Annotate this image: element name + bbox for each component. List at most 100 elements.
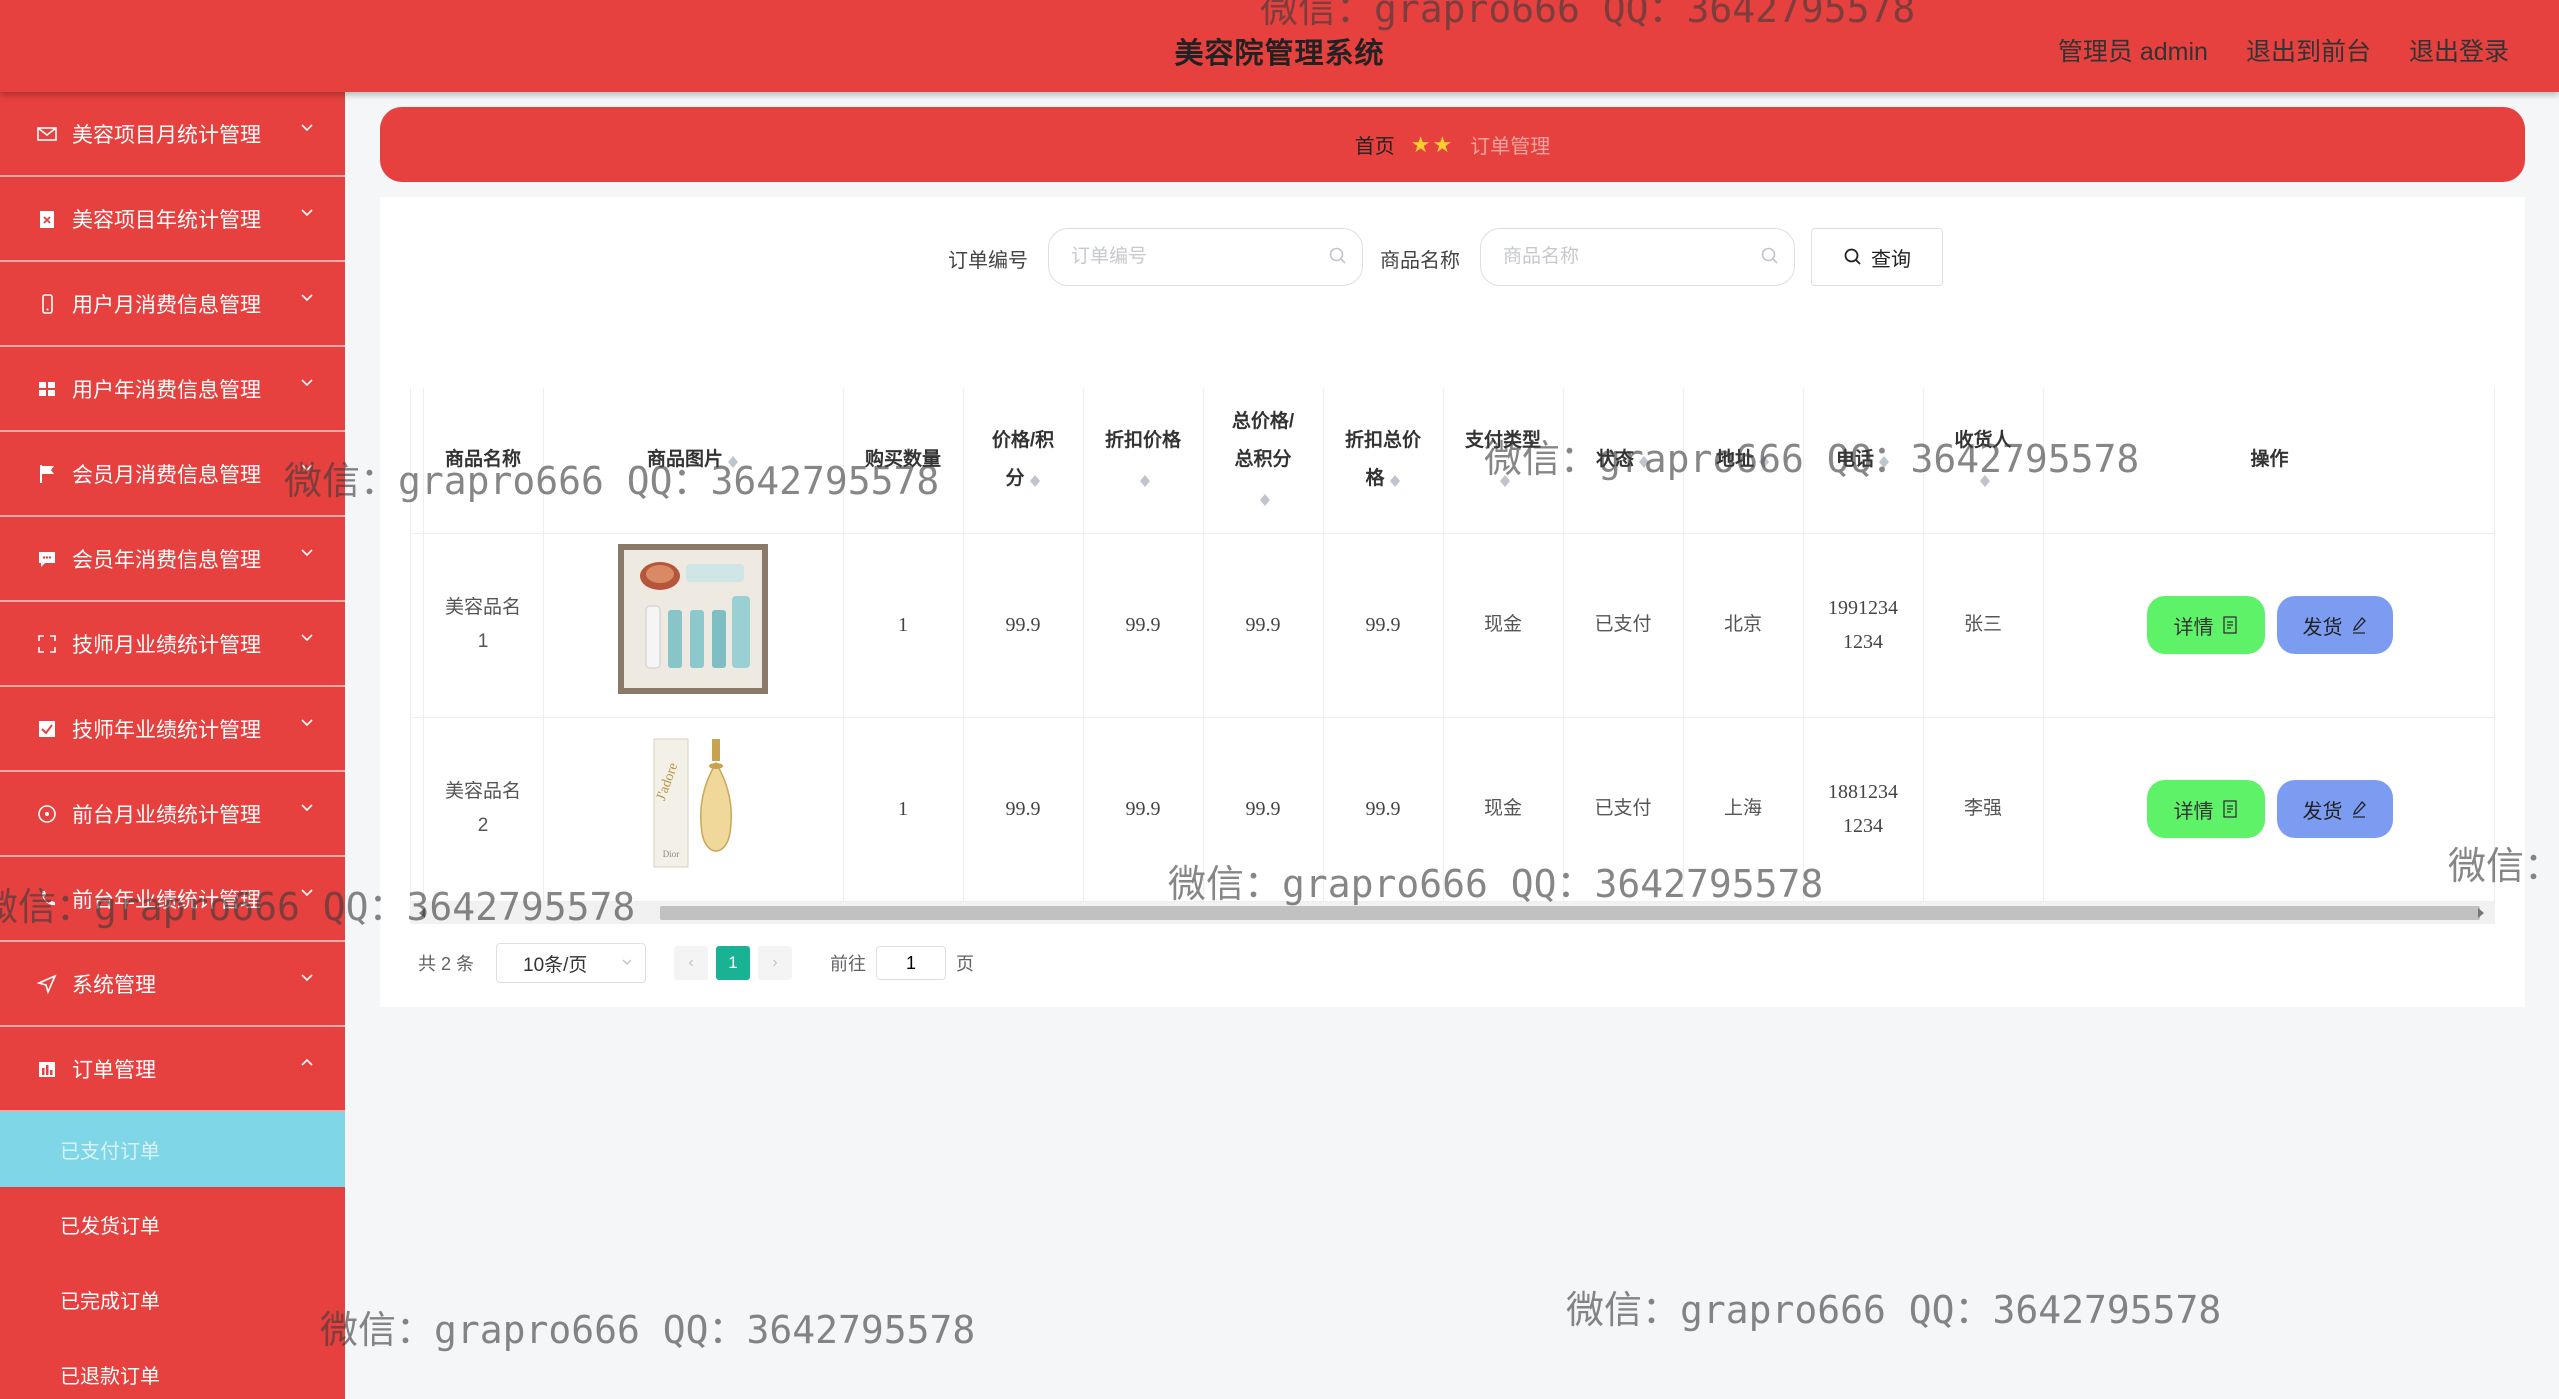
sidebar-item-project-month[interactable]: 美容项目月统计管理: [0, 92, 345, 177]
cell-quantity: 1: [843, 717, 964, 902]
cell-quantity: 1: [843, 533, 964, 718]
cell-product-image: [543, 533, 844, 718]
detail-button[interactable]: 详情: [2146, 596, 2265, 654]
header-label: 收货人: [1954, 430, 2012, 452]
horizontal-scrollbar[interactable]: [410, 902, 2495, 924]
query-button[interactable]: 查询: [1811, 228, 1943, 286]
row-gutter: [411, 533, 424, 718]
chevron-down-icon: [301, 464, 313, 472]
submenu-paid-orders[interactable]: 已支付订单: [0, 1112, 345, 1187]
logout-link[interactable]: 退出登录: [2409, 32, 2509, 68]
cell-product-image: J'adore Dior: [543, 717, 844, 902]
ship-button[interactable]: 发货: [2276, 596, 2393, 654]
header-receiver[interactable]: 收货人: [1923, 388, 2044, 534]
sidebar: 美容项目月统计管理 美容项目年统计管理 用户月消费信息管理 用户年消费信息管理 …: [0, 92, 345, 1399]
sort-icon[interactable]: [1389, 469, 1401, 489]
header-total-price[interactable]: 总价格/总积分: [1203, 388, 1324, 534]
sort-icon[interactable]: [1758, 450, 1770, 470]
skincare-set-image[interactable]: [618, 544, 768, 694]
sidebar-item-label: 美容项目年统计管理: [72, 208, 261, 232]
cell-total-price: 99.9: [1203, 533, 1324, 718]
perfume-image[interactable]: J'adore Dior: [618, 733, 768, 873]
header-address[interactable]: 地址: [1683, 388, 1804, 534]
prev-page-button[interactable]: ‹: [674, 946, 709, 980]
product-name-input[interactable]: [1480, 228, 1795, 286]
cell-text: 1234: [1843, 631, 1883, 653]
page-jump-input[interactable]: [876, 946, 947, 980]
admin-user-link[interactable]: 管理员 admin: [2058, 32, 2208, 68]
scroll-right-icon[interactable]: [2478, 908, 2489, 918]
cell-discount-price: 99.9: [1083, 717, 1204, 902]
watermark-text: 微信：grapro666 QQ：3642795578: [320, 1308, 976, 1352]
sidebar-item-front-year[interactable]: 前台年业绩统计管理: [0, 857, 345, 942]
header-discount-total[interactable]: 折扣总价格: [1323, 388, 1444, 534]
sort-icon[interactable]: [1029, 469, 1041, 489]
page-size-select[interactable]: 10条/页: [496, 943, 647, 983]
submenu-shipped-orders[interactable]: 已发货订单: [0, 1187, 345, 1262]
header-label: 折扣价格: [1104, 430, 1181, 452]
cell-text: 1234: [1843, 815, 1883, 837]
scroll-left-icon[interactable]: [414, 908, 425, 918]
page-number-active[interactable]: 1: [716, 946, 751, 980]
detail-button[interactable]: 详情: [2146, 780, 2265, 838]
sidebar-item-label: 订单管理: [72, 1058, 156, 1082]
checkbox-icon: [36, 718, 58, 740]
sort-icon[interactable]: [727, 450, 739, 470]
cell-product-name: 美容品名 2: [423, 717, 544, 902]
chevron-down-icon: [301, 634, 313, 642]
sort-icon[interactable]: [1878, 450, 1890, 470]
grid-icon: [36, 378, 58, 400]
sort-icon[interactable]: [1638, 450, 1650, 470]
header-label: 支付类型: [1464, 430, 1541, 452]
chevron-down-icon: [301, 889, 313, 897]
cell-discount-total: 99.9: [1323, 717, 1444, 902]
header-label: 地址: [1715, 449, 1754, 471]
sidebar-item-project-year[interactable]: 美容项目年统计管理: [0, 177, 345, 262]
sidebar-item-system[interactable]: 系统管理: [0, 942, 345, 1027]
header-payment-type[interactable]: 支付类型: [1443, 388, 1564, 534]
sort-icon[interactable]: [1499, 469, 1511, 489]
sidebar-item-tech-month[interactable]: 技师月业绩统计管理: [0, 602, 345, 687]
header-phone[interactable]: 电话: [1803, 388, 1924, 534]
cell-text: 美容品名: [444, 597, 521, 618]
sort-icon[interactable]: [1139, 469, 1151, 489]
cell-text: 1: [477, 631, 489, 652]
ship-button[interactable]: 发货: [2276, 780, 2393, 838]
next-page-button[interactable]: ›: [758, 946, 793, 980]
submenu-completed-orders[interactable]: 已完成订单: [0, 1262, 345, 1337]
sidebar-item-member-year[interactable]: 会员年消费信息管理: [0, 517, 345, 602]
header-label: 商品名称: [444, 449, 521, 471]
header-price[interactable]: 价格/积分: [963, 388, 1084, 534]
sidebar-item-orders[interactable]: 订单管理: [0, 1027, 345, 1112]
sidebar-item-tech-year[interactable]: 技师年业绩统计管理: [0, 687, 345, 772]
sidebar-item-member-month[interactable]: 会员月消费信息管理: [0, 432, 345, 517]
table-header-row: 商品名称 商品图片 购买数量 价格/积分 折扣价格 总价格/总积分 折扣总价格 …: [411, 388, 2494, 534]
sidebar-item-user-year[interactable]: 用户年消费信息管理: [0, 347, 345, 432]
header-product-image[interactable]: 商品图片: [543, 388, 844, 534]
cell-actions: 详情 发货: [2043, 533, 2494, 718]
sort-icon[interactable]: [1979, 469, 1991, 489]
scrollbar-thumb[interactable]: [660, 906, 2480, 920]
header-label: 分: [1005, 468, 1025, 490]
message-icon: [36, 548, 58, 570]
phone-icon: [36, 888, 58, 910]
sort-icon[interactable]: [1259, 488, 1271, 508]
sidebar-item-user-month[interactable]: 用户月消费信息管理: [0, 262, 345, 347]
submenu-refunded-orders[interactable]: 已退款订单: [0, 1337, 345, 1399]
back-to-front-link[interactable]: 退出到前台: [2246, 32, 2371, 68]
breadcrumb-home[interactable]: 首页: [1355, 130, 1395, 159]
flag-icon: [36, 463, 58, 485]
sidebar-item-label: 技师月业绩统计管理: [72, 633, 261, 657]
sidebar-item-label: 用户年消费信息管理: [72, 378, 261, 402]
header-label: 总积分: [1234, 449, 1292, 471]
header-label: 状态: [1595, 449, 1634, 471]
cell-actions: 详情 发货: [2043, 717, 2494, 902]
cell-receiver: 张三: [1923, 533, 2044, 718]
search-icon: [1761, 247, 1778, 264]
ship-button-label: 发货: [2302, 616, 2343, 639]
sidebar-item-front-month[interactable]: 前台月业绩统计管理: [0, 772, 345, 857]
header-discount-price[interactable]: 折扣价格: [1083, 388, 1204, 534]
row-gutter: [411, 717, 424, 902]
header-status[interactable]: 状态: [1563, 388, 1684, 534]
order-number-input[interactable]: [1048, 228, 1363, 286]
